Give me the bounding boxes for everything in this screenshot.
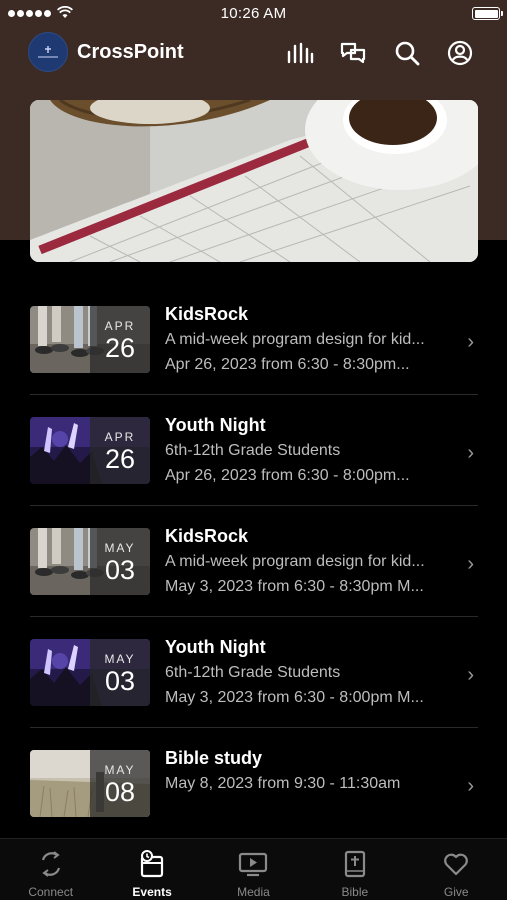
date-badge: MAY 03 bbox=[90, 639, 150, 706]
event-title: Youth Night bbox=[165, 637, 266, 657]
heart-icon bbox=[444, 853, 469, 876]
event-description: A mid-week program design for kid... bbox=[165, 553, 425, 570]
chevron-right-icon: › bbox=[467, 664, 474, 686]
profile-icon[interactable] bbox=[446, 39, 474, 67]
event-day: 26 bbox=[104, 333, 136, 363]
equalizer-icon[interactable] bbox=[286, 39, 314, 67]
event-title: KidsRock bbox=[165, 304, 249, 324]
event-title: KidsRock bbox=[165, 526, 249, 546]
event-thumbnail: APR 26 bbox=[30, 417, 150, 484]
event-datetime: Apr 26, 2023 from 6:30 - 8:00pm... bbox=[165, 467, 410, 484]
event-month: APR bbox=[104, 430, 136, 444]
event-thumbnail: MAY 03 bbox=[30, 528, 150, 595]
events-icon bbox=[140, 850, 164, 878]
event-month: MAY bbox=[104, 652, 136, 666]
date-badge: MAY 08 bbox=[90, 750, 150, 817]
event-title: Youth Night bbox=[165, 415, 266, 435]
chevron-right-icon: › bbox=[467, 331, 474, 353]
tab-label: Give bbox=[443, 885, 469, 899]
chat-icon[interactable] bbox=[339, 39, 367, 67]
bible-icon bbox=[344, 850, 365, 878]
event-month: APR bbox=[104, 319, 136, 333]
event-datetime: May 8, 2023 from 9:30 - 11:30am bbox=[165, 775, 401, 792]
tab-label: Bible bbox=[341, 885, 369, 899]
event-description: A mid-week program design for kid... bbox=[165, 331, 425, 348]
chevron-right-icon: › bbox=[467, 775, 474, 797]
status-time: 10:26 AM bbox=[220, 5, 287, 22]
tab-give[interactable]: Give bbox=[406, 839, 507, 900]
event-month: MAY bbox=[104, 541, 136, 555]
event-thumbnail: MAY 08 bbox=[30, 750, 150, 817]
event-row[interactable]: APR 26 Youth Night 6th-12th Grade Studen… bbox=[30, 395, 478, 506]
status-bar: 10:26 AM bbox=[0, 0, 507, 28]
tab-bible[interactable]: Bible bbox=[304, 839, 405, 900]
event-title: Bible study bbox=[165, 748, 263, 768]
church-logo[interactable] bbox=[28, 32, 68, 72]
event-row[interactable]: MAY 03 KidsRock A mid-week program desig… bbox=[30, 506, 478, 617]
date-badge: APR 26 bbox=[90, 417, 150, 484]
connect-icon bbox=[41, 851, 60, 877]
chevron-right-icon: › bbox=[467, 442, 474, 464]
calendar-and-coffee-photo bbox=[30, 100, 478, 262]
tab-media[interactable]: Media bbox=[203, 839, 304, 900]
app-header: CrossPoint bbox=[0, 30, 507, 76]
event-description: 6th-12th Grade Students bbox=[165, 442, 341, 459]
event-datetime: Apr 26, 2023 from 6:30 - 8:30pm... bbox=[165, 356, 410, 373]
logo-mark-icon bbox=[38, 46, 58, 58]
tab-bar: Connect Events Media Bible Give bbox=[0, 838, 507, 900]
search-icon[interactable] bbox=[393, 39, 421, 67]
event-day: 26 bbox=[104, 444, 136, 474]
events-list: APR 26 KidsRock A mid-week program desig… bbox=[30, 284, 478, 839]
event-month: MAY bbox=[104, 763, 136, 777]
event-description: 6th-12th Grade Students bbox=[165, 664, 341, 681]
event-day: 03 bbox=[104, 666, 136, 696]
event-datetime: May 3, 2023 from 6:30 - 8:30pm M... bbox=[165, 578, 424, 595]
tab-events[interactable]: Events bbox=[101, 839, 202, 900]
tab-connect[interactable]: Connect bbox=[0, 839, 101, 900]
event-thumbnail: MAY 03 bbox=[30, 639, 150, 706]
event-datetime: May 3, 2023 from 6:30 - 8:00pm M... bbox=[165, 689, 424, 706]
tab-label: Events bbox=[132, 885, 172, 899]
tab-label: Media bbox=[237, 885, 270, 899]
event-row[interactable]: MAY 08 Bible study May 8, 2023 from 9:30… bbox=[30, 728, 478, 839]
battery-icon bbox=[472, 7, 503, 20]
event-thumbnail: APR 26 bbox=[30, 306, 150, 373]
media-icon bbox=[239, 852, 268, 877]
hero-banner-image[interactable] bbox=[30, 100, 478, 262]
event-row[interactable]: MAY 03 Youth Night 6th-12th Grade Studen… bbox=[30, 617, 478, 728]
event-row[interactable]: APR 26 KidsRock A mid-week program desig… bbox=[30, 284, 478, 395]
chevron-right-icon: › bbox=[467, 553, 474, 575]
event-day: 08 bbox=[104, 777, 136, 807]
date-badge: MAY 03 bbox=[90, 528, 150, 595]
date-badge: APR 26 bbox=[90, 306, 150, 373]
tab-label: Connect bbox=[28, 885, 74, 899]
app-title: CrossPoint bbox=[77, 41, 184, 63]
event-day: 03 bbox=[104, 555, 136, 585]
